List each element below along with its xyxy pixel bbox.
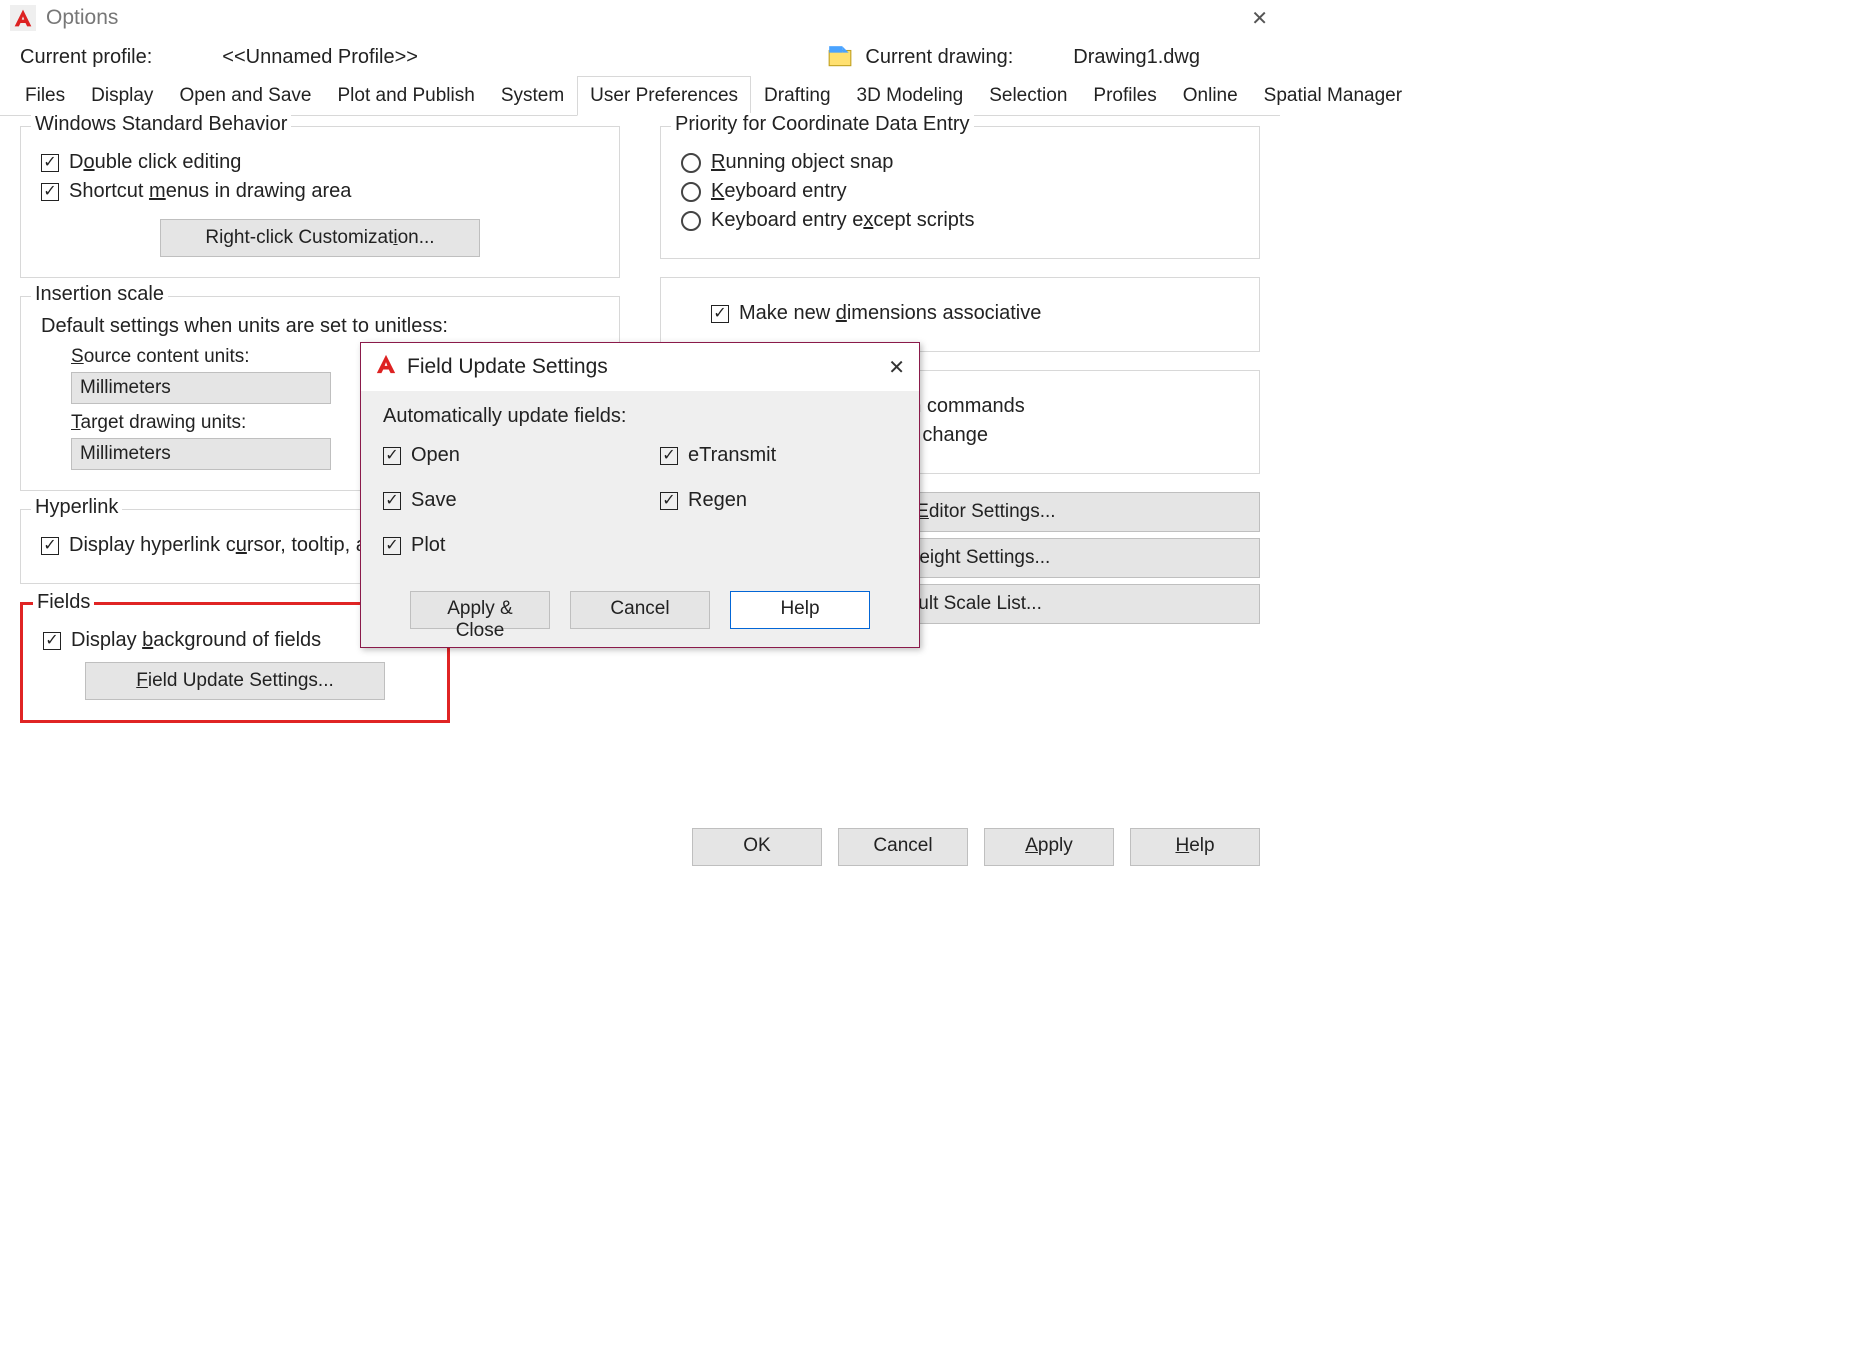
page-body: Windows Standard Behavior Double click e…	[0, 116, 1280, 816]
tab-open-save[interactable]: Open and Save	[166, 76, 324, 116]
current-profile-label: Current profile:	[20, 46, 152, 69]
tab-3d-modeling[interactable]: 3D Modeling	[844, 76, 977, 116]
header-row: Current profile: <<Unnamed Profile>> Cur…	[0, 36, 1280, 76]
app-icon	[375, 353, 397, 381]
checkbox-etransmit[interactable]	[660, 447, 678, 465]
label-keyboard-except-scripts: Keyboard entry except scripts	[711, 209, 974, 232]
radio-keyboard-except-scripts[interactable]	[681, 211, 701, 231]
current-drawing-label: Current drawing:	[865, 46, 1013, 69]
group-associative-dim: Associative Dimensioning Make new dimens…	[660, 277, 1260, 352]
insertion-scale-subtitle: Default settings when units are set to u…	[41, 315, 599, 338]
label-running-osnap: Running object snap	[711, 151, 893, 174]
tab-profiles[interactable]: Profiles	[1080, 76, 1169, 116]
tab-drafting[interactable]: Drafting	[751, 76, 844, 116]
target-units-combo[interactable]: Millimeters	[71, 438, 331, 470]
radio-keyboard-entry[interactable]	[681, 182, 701, 202]
checkbox-shortcut-menus[interactable]	[41, 183, 59, 201]
group-title: Windows Standard Behavior	[31, 113, 291, 136]
tab-online[interactable]: Online	[1170, 76, 1251, 116]
label-plot: Plot	[411, 534, 445, 557]
checkbox-save[interactable]	[383, 492, 401, 510]
dialog-body: Automatically update fields: Open eTrans…	[361, 391, 919, 647]
help-button[interactable]: Help	[730, 591, 870, 629]
field-update-settings-dialog: Field Update Settings ✕ Automatically up…	[360, 342, 920, 648]
group-title: Insertion scale	[31, 283, 168, 306]
dialog-title: Field Update Settings	[407, 355, 608, 379]
label-double-click-editing: Double click editing	[69, 151, 241, 174]
checkbox-display-field-background[interactable]	[43, 632, 61, 650]
field-update-settings-button[interactable]: Field Update Settings...	[85, 662, 385, 700]
tab-plot-publish[interactable]: Plot and Publish	[324, 76, 487, 116]
apply-close-button[interactable]: Apply & Close	[410, 591, 550, 629]
tab-display[interactable]: Display	[78, 76, 166, 116]
checkbox-hyperlink-display[interactable]	[41, 537, 59, 555]
window-title-bar: Options ✕	[0, 0, 1280, 36]
label-etransmit: eTransmit	[688, 444, 776, 467]
group-priority-coord-entry: Priority for Coordinate Data Entry Runni…	[660, 126, 1260, 259]
group-title: Fields	[33, 591, 94, 614]
ok-button[interactable]: OK	[692, 828, 822, 866]
cancel-button[interactable]: Cancel	[838, 828, 968, 866]
tab-selection[interactable]: Selection	[976, 76, 1080, 116]
checkbox-regen[interactable]	[660, 492, 678, 510]
dialog-button-bar: OK Cancel Apply Help	[0, 816, 1280, 886]
dialog-close-icon[interactable]: ✕	[888, 355, 905, 380]
group-title: Hyperlink	[31, 496, 122, 519]
source-units-combo[interactable]: Millimeters	[71, 372, 331, 404]
label-keyboard-entry: Keyboard entry	[711, 180, 847, 203]
checkbox-assoc-dim[interactable]	[711, 305, 729, 323]
window-title: Options	[46, 6, 118, 30]
group-title: Priority for Coordinate Data Entry	[671, 113, 974, 136]
label-regen: Regen	[688, 489, 747, 512]
label-save: Save	[411, 489, 457, 512]
dialog-subtitle: Automatically update fields:	[383, 405, 897, 428]
tab-files[interactable]: Files	[12, 76, 78, 116]
close-icon[interactable]: ✕	[1251, 6, 1268, 31]
app-icon	[10, 5, 36, 31]
cancel-button[interactable]: Cancel	[570, 591, 710, 629]
tab-user-preferences[interactable]: User Preferences	[577, 76, 751, 116]
radio-running-osnap[interactable]	[681, 153, 701, 173]
tab-system[interactable]: System	[488, 76, 577, 116]
dialog-title-bar: Field Update Settings ✕	[361, 343, 919, 391]
group-windows-standard-behavior: Windows Standard Behavior Double click e…	[20, 126, 620, 278]
help-button[interactable]: Help	[1130, 828, 1260, 866]
tab-spatial-manager[interactable]: Spatial Manager	[1251, 76, 1415, 116]
current-drawing-value: Drawing1.dwg	[1073, 46, 1200, 69]
label-shortcut-menus: Shortcut menus in drawing area	[69, 180, 351, 203]
checkbox-open[interactable]	[383, 447, 401, 465]
label-display-field-background: Display background of fields	[71, 629, 321, 652]
label-open: Open	[411, 444, 460, 467]
apply-button[interactable]: Apply	[984, 828, 1114, 866]
checkbox-double-click-editing[interactable]	[41, 154, 59, 172]
current-profile-value: <<Unnamed Profile>>	[222, 46, 418, 69]
right-click-customization-button[interactable]: Right-click Customization...	[160, 219, 480, 257]
tab-strip: Files Display Open and Save Plot and Pub…	[0, 76, 1280, 116]
checkbox-plot[interactable]	[383, 537, 401, 555]
drawing-icon	[827, 44, 853, 70]
label-assoc-dim: Make new dimensions associative	[739, 302, 1041, 325]
